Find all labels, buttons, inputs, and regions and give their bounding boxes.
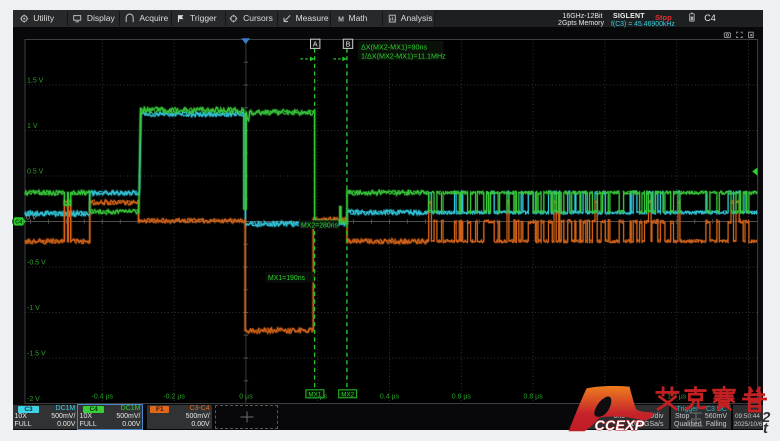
svg-text:CCEXP: CCEXP bbox=[595, 418, 645, 434]
